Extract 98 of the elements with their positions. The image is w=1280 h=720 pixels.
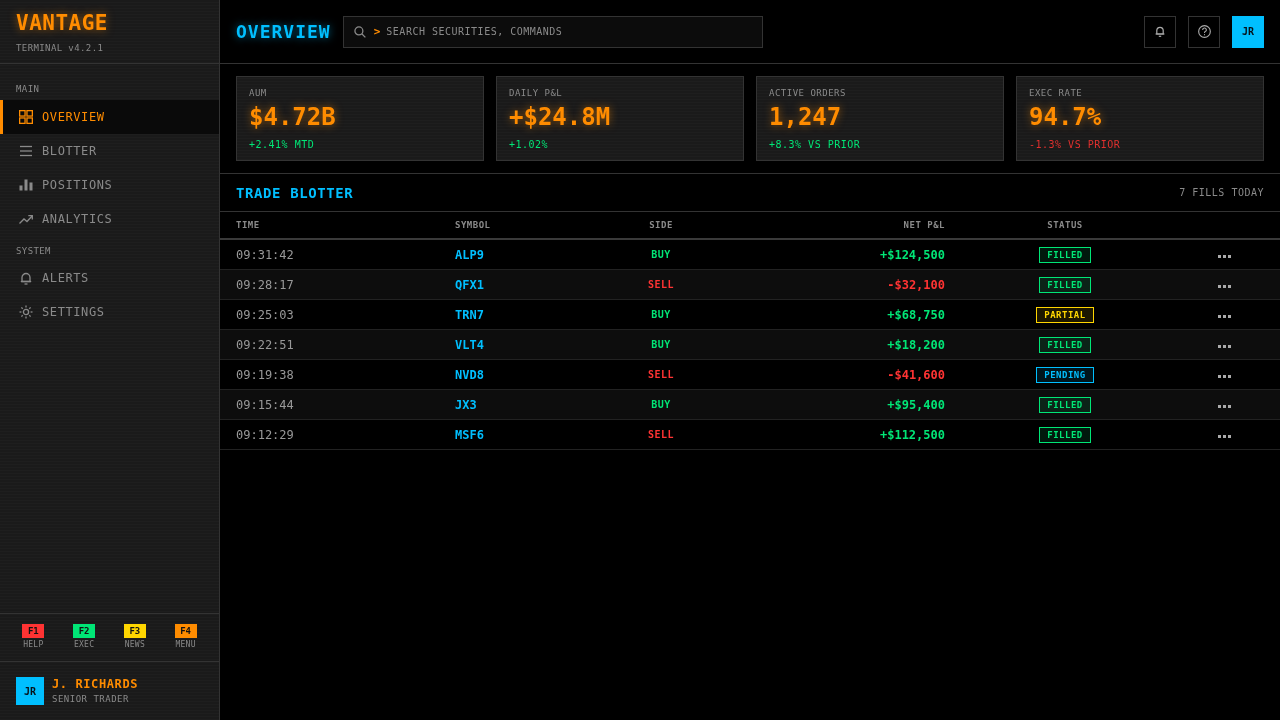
more-icon[interactable]	[1218, 345, 1231, 348]
bar-chart-icon	[19, 179, 33, 191]
more-icon[interactable]	[1218, 285, 1231, 288]
metric-label: EXEC RATE	[1029, 87, 1083, 99]
symbol-cell: VLT4	[455, 337, 484, 352]
metric-change: -1.3% VS PRIOR	[1029, 139, 1121, 151]
metric-label: DAILY P&L	[509, 87, 563, 99]
trend-up-icon	[19, 214, 33, 224]
status-badge: FILLED	[1039, 396, 1091, 413]
search-icon	[353, 25, 366, 38]
nav-item[interactable]: ANALYTICS	[0, 202, 219, 236]
pnl-cell: +$124,500	[879, 247, 945, 262]
pnl-cell: +$68,750	[887, 307, 945, 322]
nav-item[interactable]: POSITIONS	[0, 168, 219, 202]
gear-icon	[19, 305, 33, 319]
time-cell: 09:28:17	[236, 277, 294, 292]
grid-icon	[19, 110, 33, 124]
metric-change: +2.41% MTD	[249, 139, 315, 151]
function-key-label: NEWS	[124, 640, 146, 650]
bell-icon	[1155, 26, 1165, 37]
notifications-button[interactable]	[1144, 15, 1176, 48]
pnl-cell: +$18,200	[887, 337, 945, 352]
version-label: TERMINAL v4.2.1	[16, 42, 104, 54]
metric-change: +1.02%	[509, 139, 549, 151]
function-key-label: HELP	[23, 640, 44, 650]
metric-value: 1,247	[769, 103, 842, 131]
metric-change: +8.3% VS PRIOR	[769, 139, 861, 151]
more-icon[interactable]	[1218, 315, 1231, 318]
side-cell: BUY	[651, 249, 671, 260]
bell-icon	[20, 271, 32, 285]
time-cell: 09:25:03	[236, 307, 294, 322]
symbol-cell: NVD8	[455, 367, 484, 382]
side-cell: BUY	[651, 309, 671, 320]
page-title: OVERVIEW	[236, 20, 331, 43]
symbol-cell: QFX1	[455, 277, 484, 292]
side-cell: SELL	[647, 279, 675, 290]
status-badge: FILLED	[1039, 246, 1091, 263]
pnl-cell: +$112,500	[879, 427, 945, 442]
section-title: TRADE BLOTTER	[236, 183, 354, 202]
search-input[interactable]: SEARCH SECURITIES, COMMANDS	[386, 26, 752, 37]
list-icon	[19, 145, 33, 157]
symbol-cell: MSF6	[455, 427, 484, 442]
pnl-cell: -$32,100	[887, 277, 945, 292]
function-key[interactable]: F1	[22, 624, 45, 638]
more-icon[interactable]	[1218, 435, 1231, 438]
nav-section-label: MAIN	[16, 83, 40, 95]
symbol-cell: JX3	[455, 397, 477, 412]
brand-logo: VANTAGE	[16, 11, 108, 35]
more-icon[interactable]	[1218, 255, 1231, 258]
time-cell: 09:15:44	[236, 397, 294, 412]
user-avatar: JR	[16, 677, 44, 705]
nav-item[interactable]: ALERTS	[0, 261, 219, 295]
function-key[interactable]: F4	[174, 624, 197, 638]
metric-value: 94.7%	[1029, 103, 1102, 131]
metric-value: +$24.8M	[509, 103, 611, 131]
status-badge: FILLED	[1039, 336, 1091, 353]
pnl-cell: +$95,400	[887, 397, 945, 412]
symbol-cell: TRN7	[455, 307, 484, 322]
column-header: SIDE	[649, 220, 673, 230]
user-role: SENIOR TRADER	[52, 694, 129, 705]
symbol-cell: ALP9	[455, 247, 484, 262]
side-cell: BUY	[651, 399, 671, 410]
time-cell: 09:22:51	[236, 337, 294, 352]
fill-count: 7 FILLS TODAY	[1179, 186, 1264, 199]
help-icon	[1197, 25, 1211, 38]
time-cell: 09:12:29	[236, 427, 294, 442]
status-badge: PARTIAL	[1036, 306, 1094, 323]
nav-section-label: SYSTEM	[16, 245, 51, 257]
function-key-label: EXEC	[73, 640, 95, 650]
nav-item[interactable]: BLOTTER	[0, 134, 219, 168]
pnl-cell: -$41,600	[887, 367, 945, 382]
time-cell: 09:31:42	[236, 247, 294, 262]
more-icon[interactable]	[1218, 375, 1231, 378]
status-badge: FILLED	[1039, 426, 1091, 443]
side-cell: SELL	[647, 429, 675, 440]
side-cell: BUY	[651, 339, 671, 350]
help-button[interactable]	[1188, 15, 1220, 48]
nav-item[interactable]: OVERVIEW	[0, 100, 219, 134]
metric-label: ACTIVE ORDERS	[769, 87, 846, 99]
nav-item[interactable]: SETTINGS	[0, 295, 219, 329]
time-cell: 09:19:38	[236, 367, 294, 382]
function-key[interactable]: F3	[123, 624, 146, 638]
column-header: NET P&L	[903, 220, 945, 230]
prompt-symbol: >	[373, 24, 381, 39]
user-avatar[interactable]: JR	[1232, 15, 1264, 48]
metric-value: $4.72B	[249, 103, 336, 131]
function-key[interactable]: F2	[73, 624, 96, 638]
column-header: STATUS	[1047, 220, 1083, 230]
function-key-label: MENU	[175, 640, 196, 650]
more-icon[interactable]	[1218, 405, 1231, 408]
metric-label: AUM	[249, 87, 267, 99]
status-badge: FILLED	[1039, 276, 1091, 293]
column-header: TIME	[236, 220, 260, 230]
search-bar[interactable]: > SEARCH SECURITIES, COMMANDS	[342, 15, 763, 48]
side-cell: SELL	[647, 369, 675, 380]
column-header: SYMBOL	[455, 220, 491, 230]
status-badge: PENDING	[1036, 366, 1094, 383]
user-name: J. RICHARDS	[52, 677, 139, 692]
